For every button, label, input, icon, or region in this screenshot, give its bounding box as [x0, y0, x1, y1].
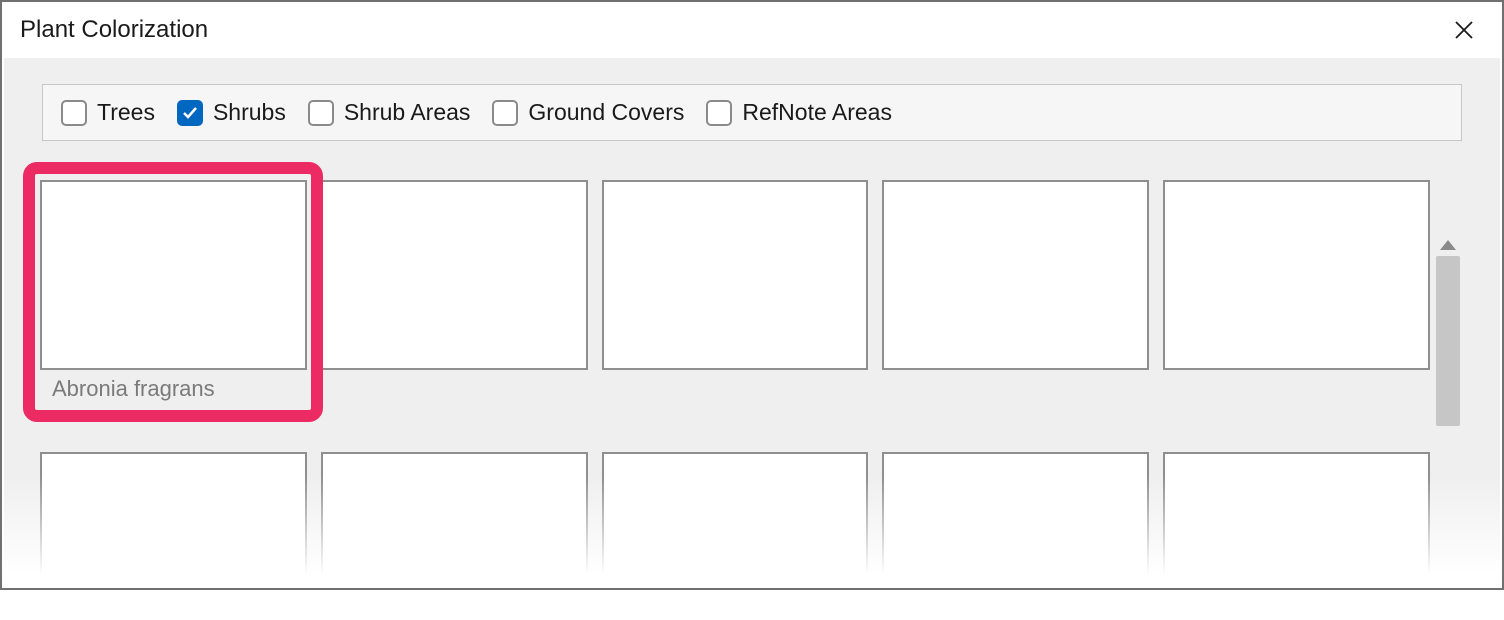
- plant-card[interactable]: Abronia fragrans: [40, 180, 307, 402]
- plant-card[interactable]: [882, 452, 1149, 586]
- filter-label: Trees: [97, 99, 155, 126]
- dialog-title: Plant Colorization: [20, 16, 208, 44]
- filter-bar: Trees Shrubs Shrub Areas G: [42, 84, 1462, 141]
- dialog-window: Plant Colorization Trees Shrubs: [0, 0, 1504, 590]
- filter-label: Shrubs: [213, 99, 286, 126]
- plant-card[interactable]: [40, 452, 307, 586]
- plant-thumbnail: [40, 452, 307, 586]
- checkbox[interactable]: [61, 100, 87, 126]
- filter-refnote-areas[interactable]: RefNote Areas: [706, 99, 892, 126]
- plant-card[interactable]: [1163, 452, 1430, 586]
- checkbox[interactable]: [492, 100, 518, 126]
- checkmark-icon: [182, 105, 198, 121]
- close-button[interactable]: [1444, 10, 1484, 50]
- dialog-content: Trees Shrubs Shrub Areas G: [4, 58, 1500, 586]
- plant-card[interactable]: [321, 180, 588, 402]
- plant-thumbnail: [602, 452, 869, 586]
- plant-thumbnail: [321, 452, 588, 586]
- filter-shrub-areas[interactable]: Shrub Areas: [308, 99, 471, 126]
- scroll-up-icon[interactable]: [1440, 240, 1456, 250]
- plant-thumbnail: [1163, 452, 1430, 586]
- plant-card[interactable]: [602, 452, 869, 586]
- filter-label: Ground Covers: [528, 99, 684, 126]
- plant-thumbnail: [40, 180, 307, 370]
- filter-ground-covers[interactable]: Ground Covers: [492, 99, 684, 126]
- plant-card[interactable]: [882, 180, 1149, 402]
- plant-card[interactable]: [1163, 180, 1430, 402]
- plant-card[interactable]: [321, 452, 588, 586]
- thumbnail-grid-row1: Abronia fragrans: [40, 180, 1430, 402]
- plant-thumbnail: [1163, 180, 1430, 370]
- scrollbar[interactable]: [1436, 240, 1460, 620]
- checkbox[interactable]: [308, 100, 334, 126]
- plant-thumbnail: [602, 180, 869, 370]
- checkbox[interactable]: [177, 100, 203, 126]
- titlebar: Plant Colorization: [2, 2, 1502, 58]
- filter-label: Shrub Areas: [344, 99, 471, 126]
- checkbox[interactable]: [706, 100, 732, 126]
- thumbnail-grid-area: Abronia fragrans: [40, 180, 1430, 586]
- thumbnail-grid-row2: [40, 452, 1430, 586]
- plant-card-label: Abronia fragrans: [40, 376, 307, 402]
- filter-shrubs[interactable]: Shrubs: [177, 99, 286, 126]
- filter-label: RefNote Areas: [742, 99, 892, 126]
- plant-thumbnail: [882, 452, 1149, 586]
- plant-thumbnail: [882, 180, 1149, 370]
- plant-card[interactable]: [602, 180, 869, 402]
- filter-trees[interactable]: Trees: [61, 99, 155, 126]
- scroll-thumb[interactable]: [1436, 256, 1460, 426]
- plant-thumbnail: [321, 180, 588, 370]
- close-icon: [1454, 20, 1474, 40]
